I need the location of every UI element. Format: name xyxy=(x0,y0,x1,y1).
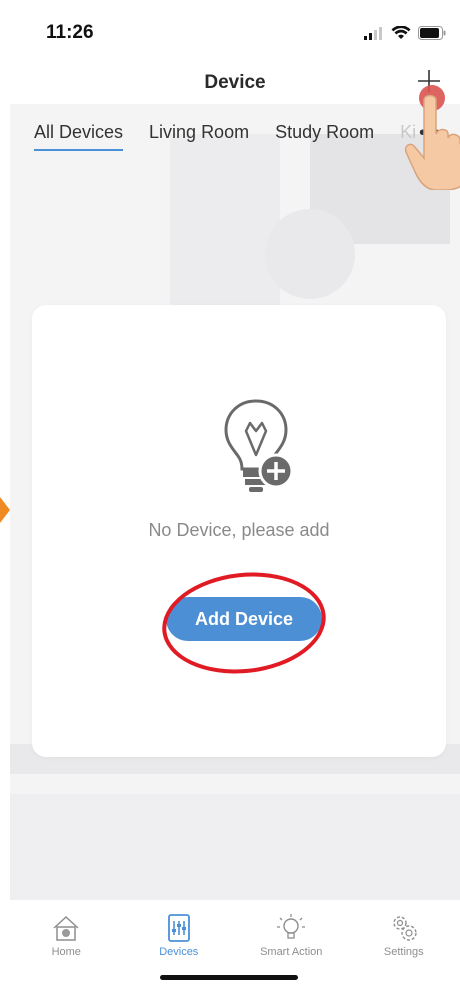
tab-bar-home-label: Home xyxy=(51,946,81,958)
wifi-icon xyxy=(391,26,411,39)
tab-bar-settings[interactable]: Settings xyxy=(348,900,460,989)
tab-bar-smart-action-label: Smart Action xyxy=(260,946,323,958)
nav-header: Device xyxy=(10,64,460,104)
tab-bar-home[interactable]: Home xyxy=(10,900,123,989)
add-device-button[interactable]: Add Device xyxy=(166,597,322,641)
status-icons xyxy=(364,26,446,40)
tab-bar-settings-label: Settings xyxy=(383,946,424,958)
devices-icon xyxy=(167,914,190,942)
status-time: 11:26 xyxy=(46,22,94,43)
signal-icon xyxy=(364,26,382,40)
page-title: Device xyxy=(204,72,266,93)
add-lightbulb-icon xyxy=(224,399,294,492)
tab-bar-devices-label: Devices xyxy=(159,946,199,958)
tab-study-room[interactable]: Study Room xyxy=(275,118,374,151)
smart-action-icon xyxy=(277,914,306,939)
battery-icon xyxy=(418,26,446,40)
device-screen: 11:26 Device All Devices Living Room Stu… xyxy=(10,0,460,989)
room-tabs: All Devices Living Room Study Room Ki xyxy=(10,118,460,156)
home-icon xyxy=(53,915,79,941)
status-bar: 11:26 xyxy=(10,0,460,70)
empty-state-card: No Device, please add Add Device xyxy=(32,305,446,757)
tab-all-devices[interactable]: All Devices xyxy=(34,118,124,151)
home-indicator xyxy=(160,975,298,980)
empty-state-message: No Device, please add xyxy=(148,520,330,540)
tap-hand-icon xyxy=(404,85,460,190)
orange-arrow-annotation xyxy=(0,497,10,523)
tab-living-room[interactable]: Living Room xyxy=(149,118,249,151)
settings-icon xyxy=(393,916,417,941)
